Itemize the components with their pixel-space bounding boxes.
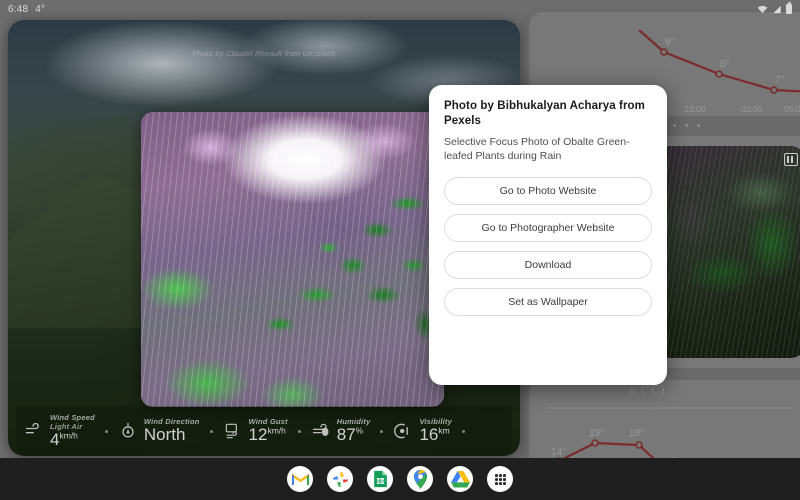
photo-attribution-dialog[interactable]: Photo by Bibhukalyan Acharya from Pexels… [429,85,667,385]
taskbar [0,458,800,500]
status-time: 6:48 [8,3,29,15]
go-to-photographer-website-button[interactable]: Go to Photographer Website [444,214,652,243]
wind-gust-icon [225,423,237,439]
status-bar-right [757,2,792,14]
detail-value: North [143,425,186,445]
go-to-photo-website-button[interactable]: Go to Photo Website [444,177,652,206]
status-temperature: 4° [35,3,46,15]
google-photos-icon[interactable] [327,466,353,492]
status-bar-left: 6:48 4° [8,4,45,15]
photo-preview[interactable] [141,112,444,407]
set-as-wallpaper-button[interactable]: Set as Wallpaper [444,288,652,317]
gmail-icon[interactable] [287,466,313,492]
detail-wind-direction[interactable]: Wind Direction North [110,417,208,445]
detail-separator [209,429,213,433]
pagination-dot[interactable] [685,124,688,127]
svg-text:23:00: 23:00 [684,104,706,114]
dialog-description: Selective Focus Photo of Obalte Green-le… [444,136,630,163]
google-maps-icon[interactable] [407,466,433,492]
svg-text:14°: 14° [551,447,566,458]
svg-text:7°: 7° [775,75,785,86]
detail-separator [104,429,108,433]
wallpaper-credit-text: Photo by Claudel Rheault from Unsplash [192,49,336,58]
detail-wind-gust[interactable]: Wind Gust 12km/h [215,417,296,445]
svg-text:02:00: 02:00 [741,104,763,114]
dialog-button-group: Go to Photo Website Go to Photographer W… [444,177,652,317]
google-drive-icon[interactable] [447,466,473,492]
google-sheets-icon[interactable] [367,466,393,492]
svg-text:9°: 9° [665,37,675,48]
svg-text:18°: 18° [629,428,644,439]
wifi-icon [757,5,768,13]
detail-separator [297,429,301,433]
status-bar: 6:48 4° [0,0,800,18]
detail-visibility[interactable]: Visibility 16km [385,417,460,445]
pagination-dot[interactable] [697,124,700,127]
detail-value: 4km/h [50,429,78,449]
svg-text:19°: 19° [589,428,604,439]
daily-temperature-card[interactable]: p (°C) 14° 19° 18° 14° [529,380,800,470]
daily-temperature-chart: 14° 19° 18° 14° [547,407,791,470]
svg-text:8°: 8° [720,59,730,70]
weather-detail-bar: Wind Speed Light Air 4km/h Wind Directio… [16,406,512,456]
detail-humidity[interactable]: Humidity 87% [303,417,379,445]
battery-icon [786,2,792,14]
download-button[interactable]: Download [444,251,652,280]
detail-wind-speed[interactable]: Wind Speed Light Air 4km/h [16,413,103,450]
photo-preview-rain-overlay [141,112,444,407]
pagination-dot[interactable] [673,124,676,127]
photo-badge-icon[interactable] [784,153,798,166]
humidity-icon [312,423,329,436]
compass-icon [122,422,134,438]
detail-separator [380,429,384,433]
detail-value: 16km [419,425,450,445]
detail-value: 87% [336,425,364,445]
wind-speed-icon [25,422,39,434]
detail-separator [462,429,466,433]
detail-value: 12km/h [248,425,286,445]
signal-icon [773,5,781,13]
today-photo-thumbnail[interactable] [656,146,800,358]
dialog-title: Photo by Bibhukalyan Acharya from Pexels [444,100,645,128]
visibility-icon [394,423,409,439]
svg-text:05:00: 05:00 [784,104,800,114]
rain-overlay [656,146,800,358]
detail-label: Wind Speed [50,412,95,422]
app-drawer-icon[interactable] [487,466,513,492]
